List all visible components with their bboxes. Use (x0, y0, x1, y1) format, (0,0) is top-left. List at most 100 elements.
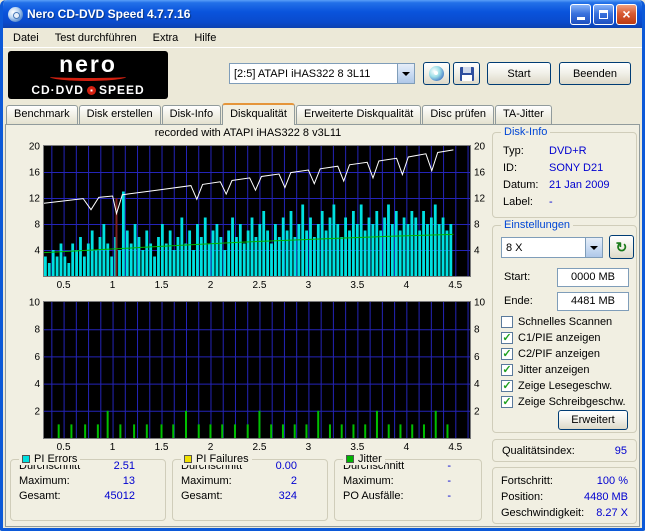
progress-row: Geschwindigkeit: 8.27 X (501, 507, 628, 519)
tab-disk-erstellen[interactable]: Disk erstellen (78, 105, 161, 124)
speed-selector-dropdown[interactable] (585, 238, 602, 257)
logo-disc-icon (86, 85, 96, 95)
save-button[interactable] (453, 62, 480, 85)
svg-text:3: 3 (306, 280, 312, 291)
exit-button[interactable]: Beenden (559, 62, 631, 85)
svg-text:0.5: 0.5 (57, 280, 71, 291)
disk-info-row: Datum: 21 Jan 2009 (503, 179, 610, 191)
start-button[interactable]: Start (487, 62, 551, 85)
maximize-icon (599, 9, 608, 19)
stat-row: PO Ausfälle: - (343, 490, 451, 502)
svg-text:1.5: 1.5 (155, 442, 169, 453)
einstellungen-group: Einstellungen 8 X ↻ Start: 0000 MB Ende:… (492, 219, 637, 433)
checkbox-c2-pif-anzeigen[interactable]: ✓ C2/PIF anzeigen (501, 346, 626, 362)
menu-item-datei[interactable]: Datei (5, 30, 47, 46)
refresh-button[interactable]: ↻ (609, 235, 634, 259)
checkbox-jitter-anzeigen[interactable]: ✓ Jitter anzeigen (501, 362, 626, 378)
checkbox-box[interactable]: ✓ (501, 348, 513, 360)
window-title: Nero CD-DVD Speed 4.7.7.16 (27, 7, 191, 21)
close-button[interactable]: × (616, 3, 637, 25)
checkbox-box[interactable]: ✓ (501, 380, 513, 392)
svg-text:3: 3 (306, 442, 312, 453)
speed-selector[interactable]: 8 X (501, 237, 603, 258)
tab-diskqualit-t[interactable]: Diskqualität (222, 103, 295, 125)
tab-benchmark[interactable]: Benchmark (6, 105, 78, 124)
tab-disc-pr-fen[interactable]: Disc prüfen (422, 105, 495, 124)
quality-index-value: 95 (614, 444, 627, 457)
right-panel: Disk-Info Typ: DVD+R ID: SONY D21 Datum: 21 J… (492, 125, 637, 527)
svg-text:12: 12 (29, 194, 41, 205)
logo-product-right: SPEED (98, 83, 145, 97)
tab-ta-jitter[interactable]: TA-Jitter (495, 105, 552, 124)
close-icon: × (622, 6, 631, 22)
checkbox-zeige-lesegeschw[interactable]: ✓ Zeige Lesegeschw. (501, 378, 626, 394)
menu-item-test-durchf-hren[interactable]: Test durchführen (47, 30, 145, 46)
settings-checkboxes: Schnelles Scannen ✓ C1/PIE anzeigen ✓ C2/PIF… (501, 314, 626, 410)
svg-text:10: 10 (29, 298, 41, 309)
svg-text:4.5: 4.5 (448, 280, 462, 291)
svg-text:1.5: 1.5 (155, 280, 169, 291)
checkbox-schnelles-scannen[interactable]: Schnelles Scannen (501, 314, 626, 330)
tab-disk-info[interactable]: Disk-Info (161, 105, 222, 124)
tab-strip: Benchmark Disk erstellen Disk-Info Diskqual… (3, 102, 642, 125)
svg-text:3.5: 3.5 (350, 442, 364, 453)
svg-text:4.5: 4.5 (448, 442, 462, 453)
stats-row: PI Errors Durchschnitt 2.51 Maximum: 13 Gesam… (10, 453, 488, 523)
menu-item-hilfe[interactable]: Hilfe (186, 30, 224, 46)
svg-text:2: 2 (474, 406, 480, 417)
nero-logo: nero CD·DVD SPEED (8, 51, 168, 99)
maximize-button[interactable] (593, 3, 614, 25)
menu-bar: Datei Test durchführen Extra Hilfe (3, 28, 642, 48)
eject-button[interactable] (423, 62, 450, 85)
svg-text:1: 1 (110, 442, 116, 453)
tab-erweiterte-diskqualit-t[interactable]: Erweiterte Diskqualität (295, 105, 422, 124)
svg-text:4: 4 (34, 246, 40, 257)
advanced-button[interactable]: Erweitert (558, 410, 628, 430)
start-mb-field[interactable]: 0000 MB (557, 268, 629, 287)
disk-info-group: Disk-Info Typ: DVD+R ID: SONY D21 Datum: 21 J… (492, 126, 637, 218)
stat-row: Maximum: - (343, 475, 451, 487)
floppy-icon (459, 66, 474, 81)
disc-icon (429, 66, 444, 81)
minimize-button[interactable] (570, 3, 591, 25)
svg-text:12: 12 (474, 194, 486, 205)
svg-text:8: 8 (474, 220, 480, 231)
disk-info-rows: Typ: DVD+R ID: SONY D21 Datum: 21 Jan 2009 Lab… (493, 145, 636, 213)
drive-selector-dropdown[interactable] (397, 64, 414, 83)
disk-info-row: Typ: DVD+R (503, 145, 587, 157)
stat-group-jitter: Jitter Durchschnitt - Maximum: - PO Ausfälle:… (334, 453, 482, 521)
stat-color-swatch (184, 455, 192, 463)
pi-errors-chart: 0.5 1 1.5 2 2.5 3 3.5 4 4.5 4 4 8 8 12 12 16 16 20 20 (10, 140, 488, 292)
title-bar[interactable]: Nero CD-DVD Speed 4.7.7.16 × (3, 0, 642, 28)
stat-group-pi-failures: PI Failures Durchschnitt 0.00 Maximum: 2 Gesa… (172, 453, 328, 521)
nero-brand-text: nero (59, 51, 117, 77)
progress-row: Fortschritt: 100 % (501, 475, 628, 487)
checkbox-c1-pie-anzeigen[interactable]: ✓ C1/PIE anzeigen (501, 330, 626, 346)
end-mb-label: Ende: (504, 295, 533, 307)
diskqualitaet-tab-page: recorded with ATAPI iHAS322 8 v3L11 0.5 1… (5, 124, 640, 527)
stat-group-pi-errors: PI Errors Durchschnitt 2.51 Maximum: 13 Gesam… (10, 453, 166, 521)
quality-index-label: Qualitätsindex: (502, 444, 575, 457)
svg-text:8: 8 (34, 220, 40, 231)
start-mb-label: Start: (504, 271, 531, 283)
checkbox-box[interactable]: ✓ (501, 364, 513, 376)
checkbox-box[interactable] (501, 316, 513, 328)
chart-title: recorded with ATAPI iHAS322 8 v3L11 (154, 127, 342, 139)
svg-text:3.5: 3.5 (350, 280, 364, 291)
stat-row: Maximum: 13 (19, 475, 135, 487)
checkbox-zeige-schreibgeschw[interactable]: ✓ Zeige Schreibgeschw. (501, 394, 626, 410)
app-window: Nero CD-DVD Speed 4.7.7.16 × Datei Test d… (0, 0, 645, 531)
drive-selector[interactable]: [2:5] ATAPI iHAS322 8 3L11 (229, 63, 415, 84)
speed-selector-value: 8 X (506, 241, 523, 254)
svg-text:4: 4 (474, 246, 480, 257)
minimize-icon (576, 17, 585, 20)
checkbox-box[interactable]: ✓ (501, 396, 513, 408)
checkbox-box[interactable]: ✓ (501, 332, 513, 344)
progress-group: Fortschritt: 100 % Position: 4480 MB Geschwi… (492, 467, 637, 524)
chevron-down-icon (590, 245, 598, 250)
stat-group-title: PI Errors (34, 453, 78, 465)
end-mb-field[interactable]: 4481 MB (557, 292, 629, 311)
progress-rows: Fortschritt: 100 % Position: 4480 MB Geschwi… (493, 475, 636, 523)
svg-text:4: 4 (404, 280, 410, 291)
menu-item-extra[interactable]: Extra (145, 30, 187, 46)
